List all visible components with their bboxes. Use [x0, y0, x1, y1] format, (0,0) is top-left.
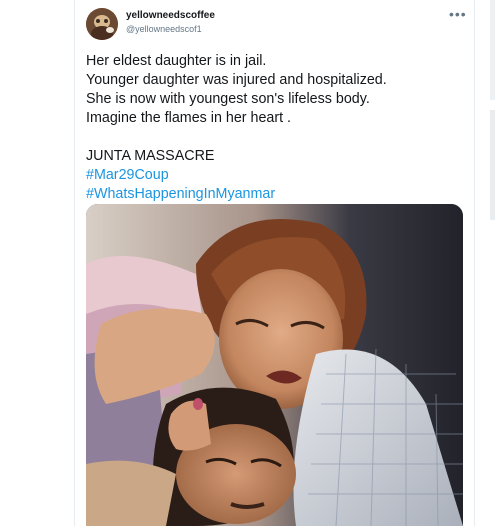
hashtag-link[interactable]: #Mar29Coup — [86, 166, 466, 185]
tweet-line: Imagine the flames in her heart . — [86, 110, 292, 126]
tweet-tagline: JUNTA MASSACRE — [86, 148, 215, 164]
tweet-line: Younger daughter was injured and hospita… — [86, 72, 387, 88]
tweet-line: She is now with youngest son's lifeless … — [86, 91, 370, 107]
more-icon[interactable]: ••• — [449, 7, 466, 23]
tweet-page: yellowneedscoffee @yellowneedscof1 ••• H… — [0, 0, 495, 526]
user-handle[interactable]: @yellowneedscof1 — [126, 24, 202, 34]
timeline-right-border — [474, 0, 475, 526]
side-panel-edge-lower — [490, 110, 495, 220]
tweet-photo[interactable] — [86, 204, 463, 526]
timeline-left-border — [74, 0, 75, 526]
avatar[interactable] — [86, 8, 118, 40]
tweet-line: Her eldest daughter is in jail. — [86, 53, 267, 69]
side-panel-edge — [490, 0, 495, 100]
hashtag-link[interactable]: #WhatsHappeningInMyanmar — [86, 185, 466, 204]
tweet-text: Her eldest daughter is in jail. Younger … — [86, 52, 466, 204]
display-name[interactable]: yellowneedscoffee — [126, 10, 215, 21]
